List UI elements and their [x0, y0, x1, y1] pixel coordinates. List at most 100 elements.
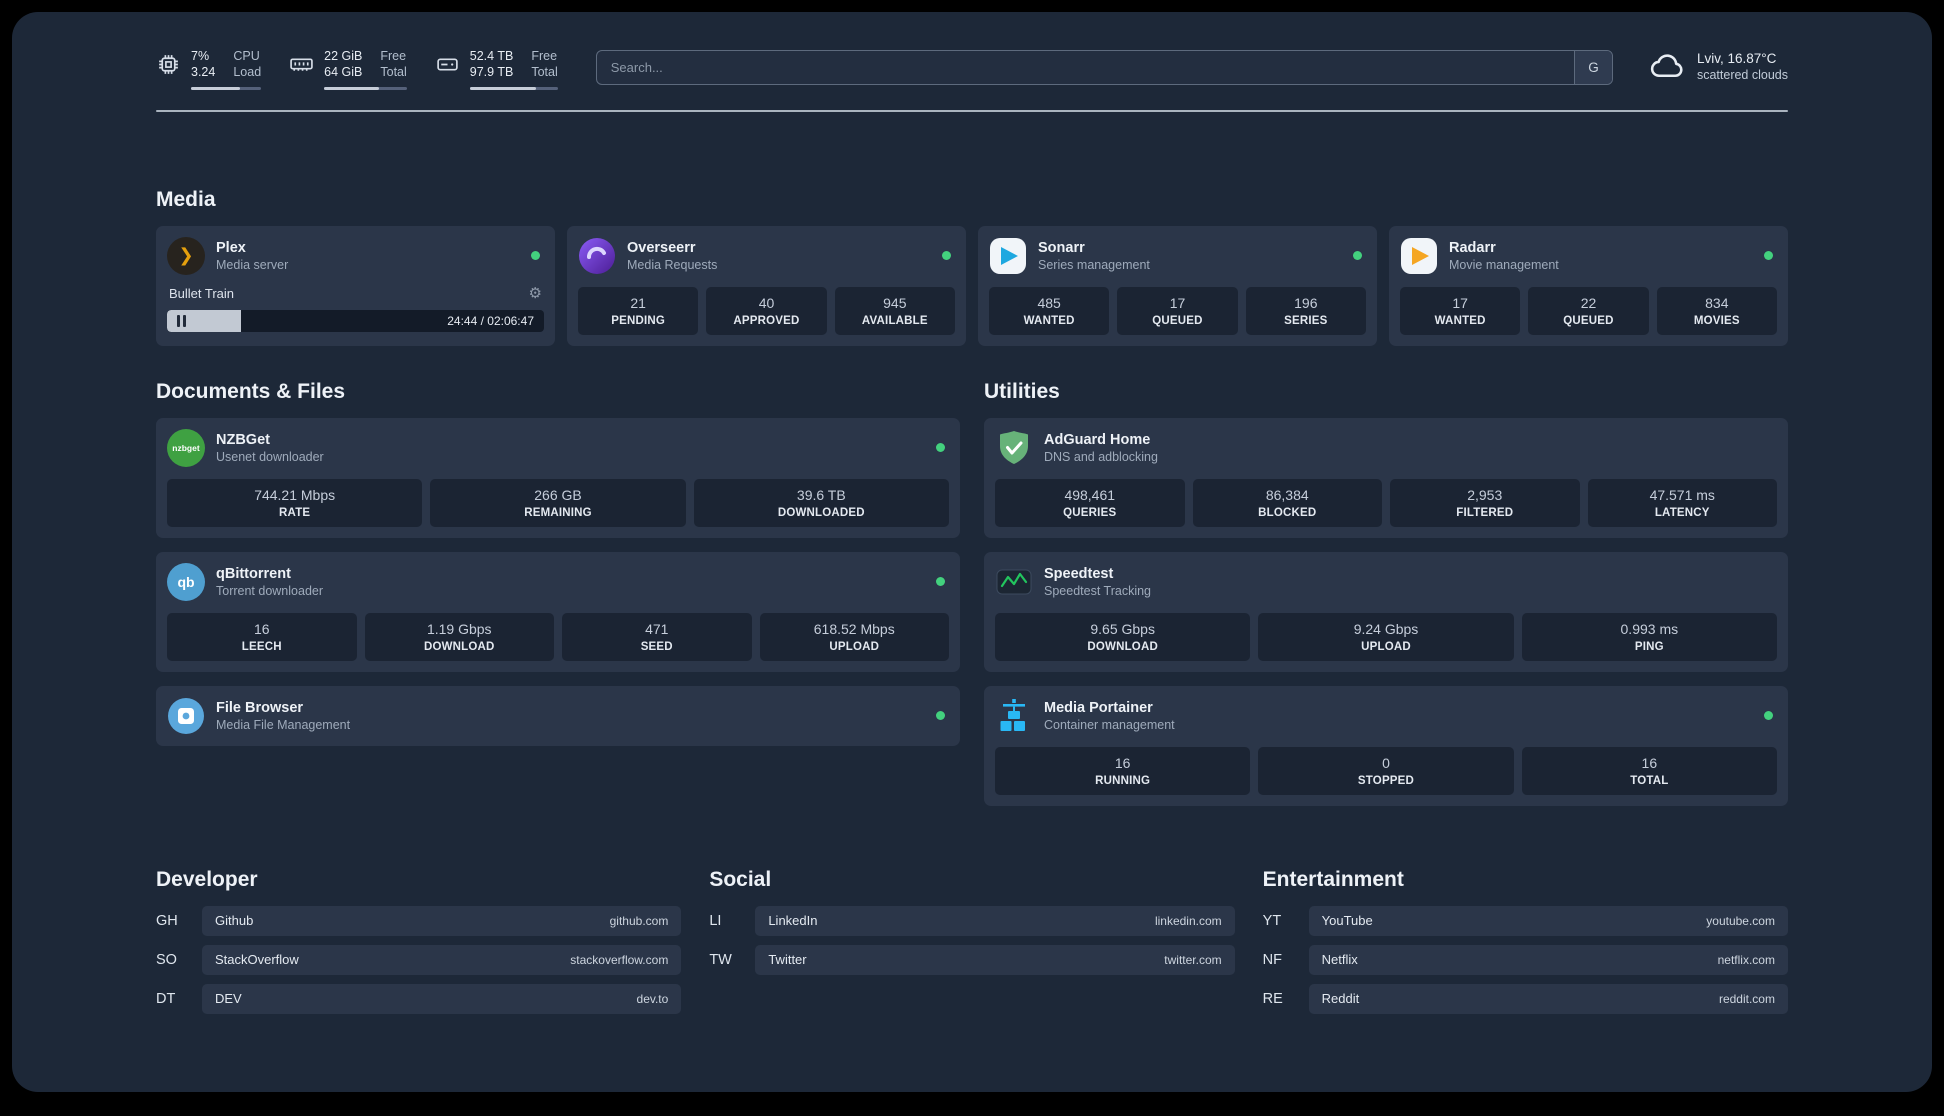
- stat-tile: 47.571 ms LATENCY: [1587, 478, 1777, 527]
- stat-value: 471: [645, 620, 669, 637]
- stat-label: STOPPED: [1357, 774, 1415, 787]
- stat-value: 17: [1169, 294, 1186, 311]
- utilities-section-title: Utilities: [984, 379, 1060, 403]
- service-card-filebrowser[interactable]: File Browser Media File Management: [156, 685, 960, 746]
- bookmark-abbr: NF: [1262, 951, 1282, 968]
- service-name: AdGuard Home: [1044, 431, 1151, 448]
- stat-label: QUERIES: [1063, 506, 1117, 519]
- service-subtitle: Torrent downloader: [216, 583, 324, 598]
- ram-label-bottom: Total: [380, 65, 407, 80]
- stat-tile: 196 SERIES: [1245, 286, 1366, 335]
- service-card-sonarr[interactable]: Sonarr Series management 485 WANTED 17 Q…: [978, 225, 1377, 346]
- stat-tile: 9.65 Gbps DOWNLOAD: [995, 612, 1251, 661]
- service-name: NZBGet: [216, 431, 270, 448]
- stat-tile: 1.19 Gbps DOWNLOAD: [364, 612, 554, 661]
- cloud-icon: [1650, 54, 1683, 78]
- bookmark-link-reddit[interactable]: Reddit reddit.com: [1308, 983, 1788, 1014]
- bookmark-row: LI LinkedIn linkedin.com: [709, 905, 1235, 936]
- stat-value: 21: [630, 294, 646, 311]
- bookmark-row: DT DEV dev.to: [156, 983, 682, 1014]
- disk-free-value: 52.4 TB: [469, 49, 514, 63]
- stat-label: DOWNLOADED: [777, 506, 865, 519]
- bookmark-domain: github.com: [609, 913, 669, 928]
- bookmark-link-github[interactable]: Github github.com: [202, 905, 682, 936]
- stat-value: 945: [883, 294, 907, 311]
- weather-location: Lviv, 16.87°C: [1696, 50, 1777, 66]
- service-card-portainer[interactable]: Media Portainer Container management 16 …: [984, 685, 1788, 806]
- bookmark-link-stackoverflow[interactable]: StackOverflow stackoverflow.com: [202, 944, 682, 975]
- stat-value: 266 GB: [534, 486, 582, 503]
- stat-label: WANTED: [1434, 314, 1486, 327]
- service-card-speedtest[interactable]: Speedtest Speedtest Tracking 9.65 Gbps D…: [984, 551, 1788, 672]
- dashboard-panel: 7% 3.24 CPU Load 22 GiB 64 GiB Free Tota…: [12, 12, 1932, 1092]
- service-card-nzbget[interactable]: nzbget NZBGet Usenet downloader 744.21 M…: [156, 417, 960, 538]
- qbittorrent-icon: qb: [167, 562, 205, 601]
- service-card-adguard[interactable]: AdGuard Home DNS and adblocking 498,461 …: [984, 417, 1788, 538]
- speedtest-icon: [995, 563, 1033, 601]
- service-card-radarr[interactable]: Radarr Movie management 17 WANTED 22 QUE…: [1389, 225, 1788, 346]
- entertainment-section-title: Entertainment: [1262, 867, 1404, 891]
- stat-value: 16: [1641, 754, 1658, 771]
- service-name: Media Portainer: [1044, 699, 1153, 716]
- top-divider: [156, 109, 1788, 112]
- playback-time: 24:44 / 02:06:47: [447, 313, 534, 328]
- playback-progress-bar[interactable]: 24:44 / 02:06:47: [167, 309, 544, 332]
- ram-label-top: Free: [380, 49, 407, 63]
- stat-label: AVAILABLE: [861, 314, 928, 327]
- bookmark-row: GH Github github.com: [156, 905, 682, 936]
- bookmark-link-youtube[interactable]: YouTube youtube.com: [1308, 905, 1788, 936]
- bookmark-link-netflix[interactable]: Netflix netflix.com: [1308, 944, 1788, 975]
- stat-value: 86,384: [1265, 486, 1309, 503]
- ram-bar-track: [324, 86, 407, 90]
- stat-tile: 9.24 Gbps UPLOAD: [1258, 612, 1514, 661]
- bookmark-row: YT YouTube youtube.com: [1263, 905, 1788, 936]
- stat-tile: 945 AVAILABLE: [834, 286, 955, 335]
- status-dot: [936, 443, 945, 452]
- search-engine-button[interactable]: G: [1573, 51, 1612, 84]
- bookmark-domain: reddit.com: [1718, 991, 1775, 1006]
- stat-value: 0: [1382, 754, 1390, 771]
- stat-tile: 498,461 QUERIES: [995, 478, 1185, 527]
- stat-value: 0.993 ms: [1620, 620, 1679, 637]
- bookmark-link-twitter[interactable]: Twitter twitter.com: [755, 944, 1235, 975]
- gear-icon[interactable]: ⚙: [529, 286, 542, 301]
- service-card-overseerr[interactable]: Overseerr Media Requests 21 PENDING 40 A…: [567, 225, 966, 346]
- stat-label: PING: [1634, 640, 1664, 653]
- stat-tile: 86,384 BLOCKED: [1192, 478, 1382, 527]
- bookmark-name: YouTube: [1321, 913, 1373, 928]
- service-name: Plex: [216, 239, 246, 256]
- status-dot: [936, 711, 945, 720]
- pause-icon[interactable]: [177, 314, 186, 327]
- bookmark-group-social: Social LI LinkedIn linkedin.com TW Twitt…: [709, 868, 1235, 1023]
- cpu-label-top: CPU: [233, 49, 260, 63]
- bookmark-link-linkedin[interactable]: LinkedIn linkedin.com: [755, 905, 1235, 936]
- stat-label: FILTERED: [1456, 506, 1514, 519]
- bookmark-abbr: LI: [709, 912, 722, 929]
- search-input[interactable]: [595, 50, 1613, 85]
- now-playing-title: Bullet Train: [169, 285, 235, 301]
- bookmark-domain: youtube.com: [1706, 913, 1775, 928]
- weather-widget: Lviv, 16.87°C scattered clouds: [1649, 48, 1788, 84]
- service-card-qbittorrent[interactable]: qb qBittorrent Torrent downloader 16 LEE…: [156, 551, 960, 672]
- weather-condition: scattered clouds: [1696, 67, 1788, 82]
- bookmark-link-dev[interactable]: DEV dev.to: [202, 983, 682, 1014]
- stat-value: 9.24 Gbps: [1353, 620, 1419, 637]
- bookmark-row: NF Netflix netflix.com: [1262, 944, 1788, 975]
- stat-value: 40: [758, 294, 775, 311]
- bookmark-abbr: DT: [156, 990, 176, 1007]
- documents-section-title: Documents & Files: [156, 379, 346, 403]
- service-subtitle: Movie management: [1449, 257, 1559, 272]
- stat-value: 744.21 Mbps: [254, 486, 336, 503]
- status-dot: [1353, 251, 1362, 260]
- stat-tile: 744.21 Mbps RATE: [167, 478, 423, 527]
- ram-free-value: 22 GiB: [324, 49, 363, 63]
- stat-label: PENDING: [611, 314, 666, 327]
- bookmark-name: Github: [215, 913, 254, 928]
- service-card-plex[interactable]: ❯ Plex Media server Bullet Train ⚙ 24:44…: [156, 225, 555, 346]
- cpu-label-bottom: Load: [233, 65, 262, 80]
- cpu-metric: 7% 3.24 CPU Load: [156, 48, 262, 90]
- service-name: qBittorrent: [216, 565, 291, 582]
- bookmark-name: LinkedIn: [768, 913, 818, 928]
- bookmark-name: Netflix: [1321, 952, 1358, 967]
- status-dot: [936, 577, 945, 586]
